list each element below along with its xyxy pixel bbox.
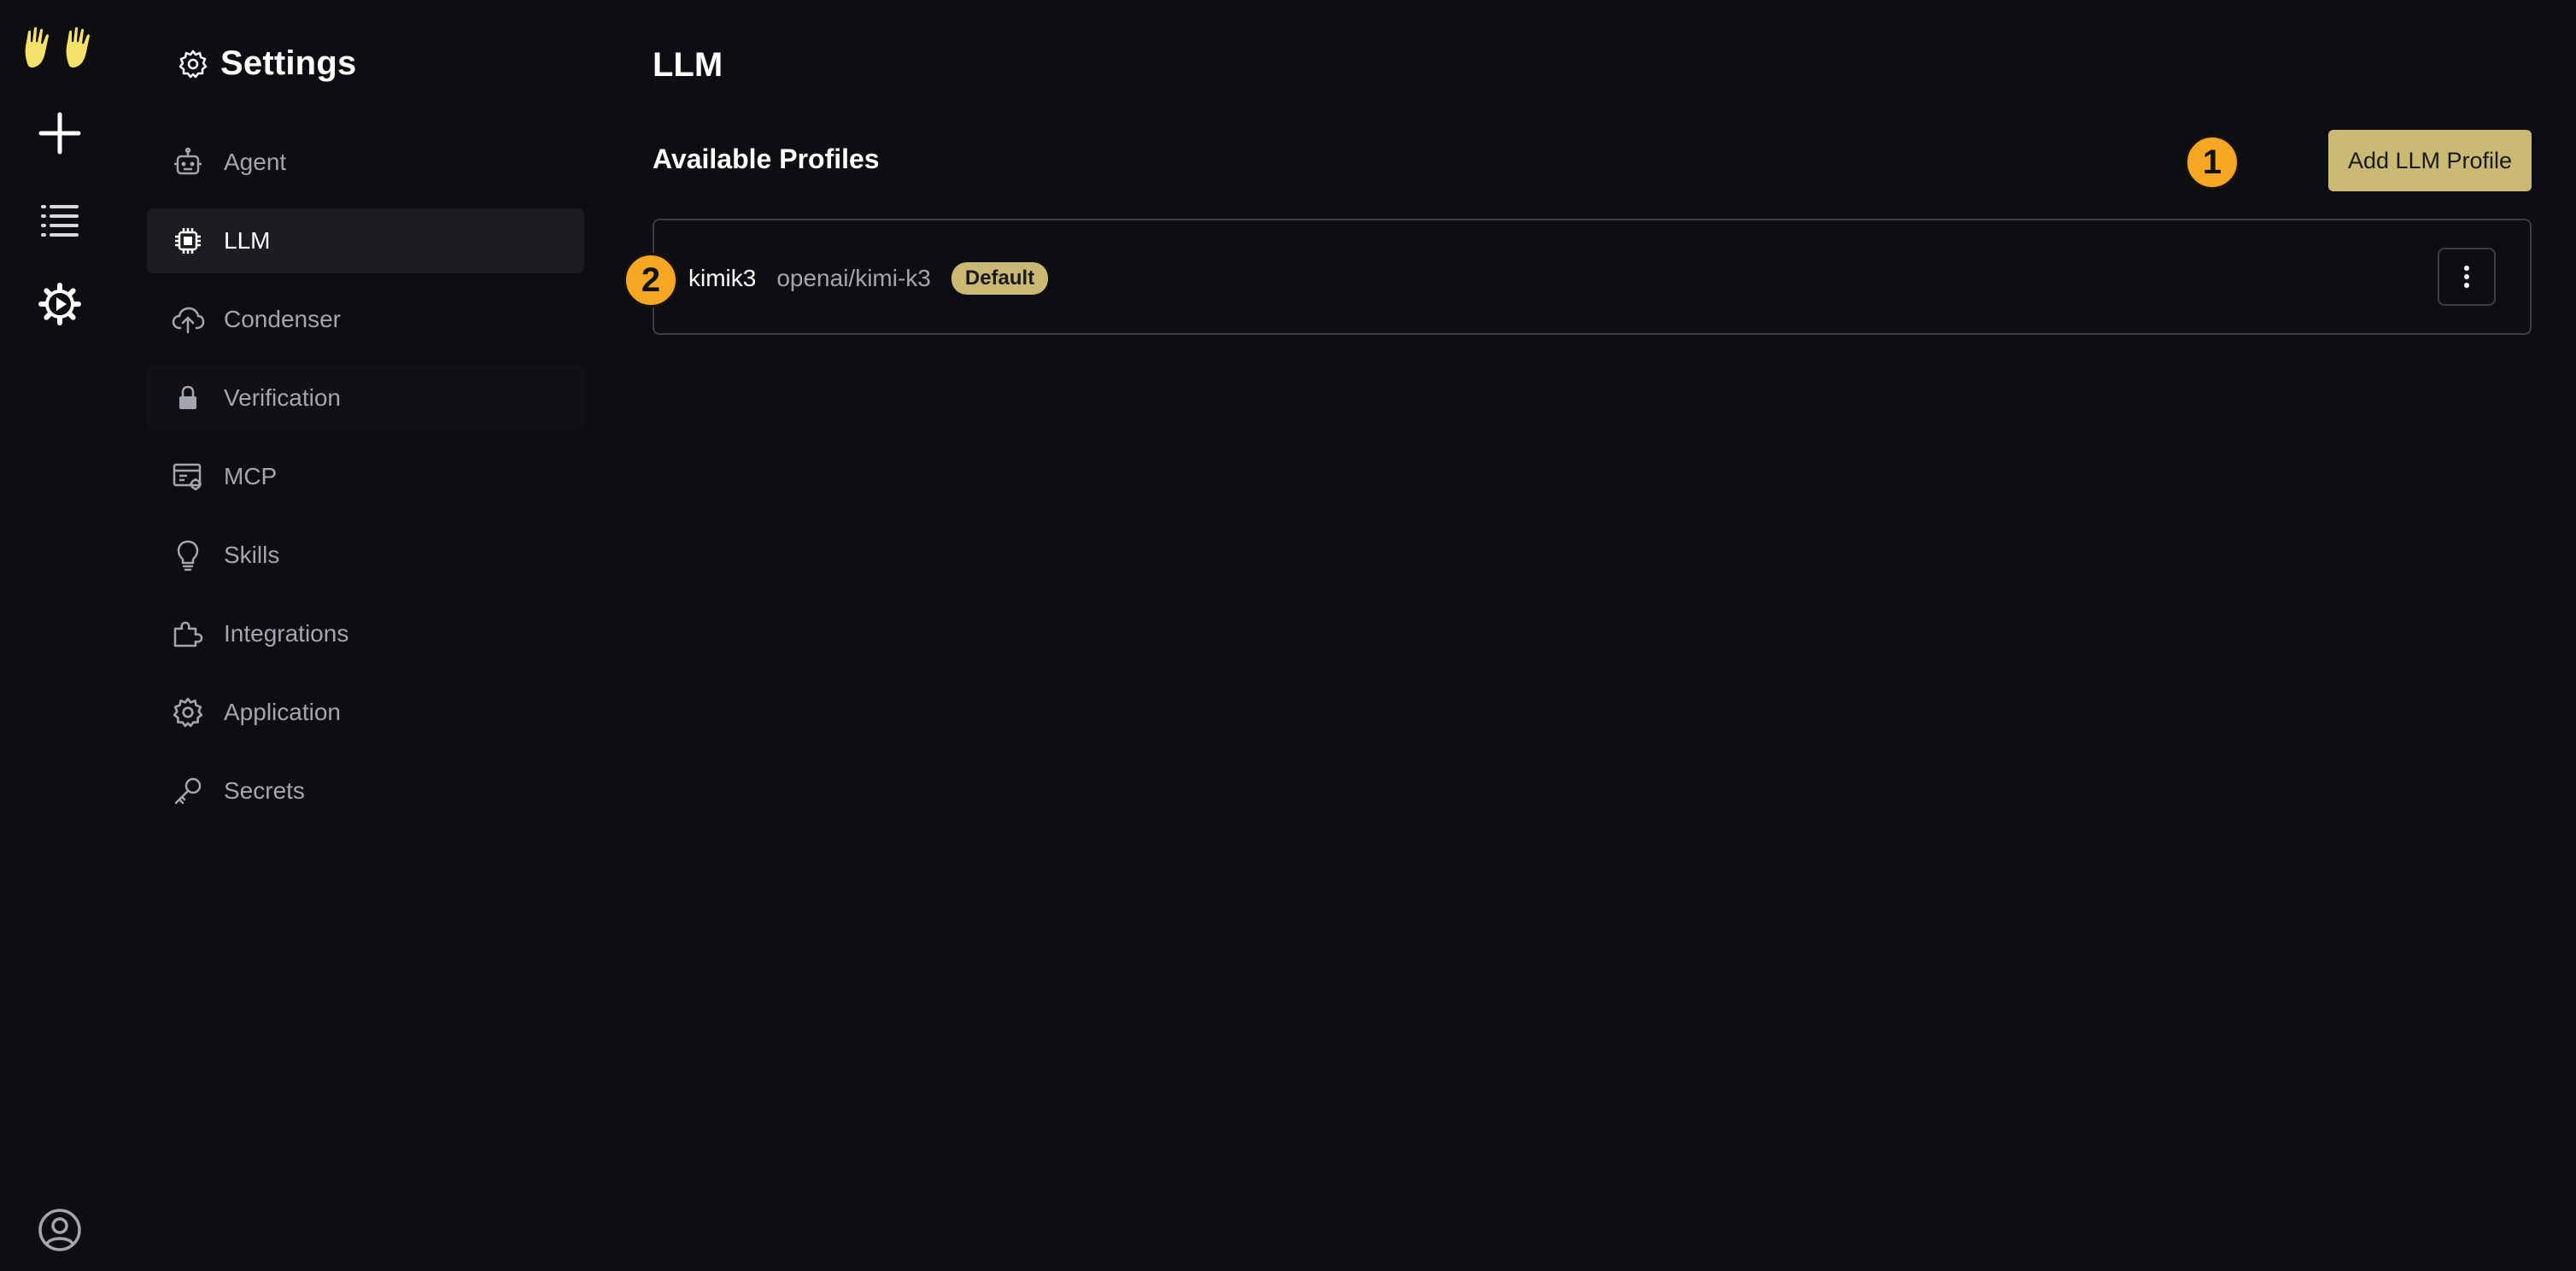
settings-rail-button[interactable]	[0, 273, 120, 335]
add-llm-profile-button[interactable]: Add LLM Profile	[2328, 130, 2532, 191]
nav-item-label: LLM	[224, 227, 271, 254]
gear-icon	[171, 695, 205, 729]
nav-item-mcp[interactable]: MCP	[147, 444, 584, 509]
nav-item-label: Condenser	[224, 306, 341, 332]
nav-item-label: MCP	[224, 463, 278, 489]
gear-play-icon	[38, 283, 81, 325]
server-icon	[171, 460, 205, 494]
annotation-marker-1: 1	[2185, 135, 2239, 190]
chip-icon	[171, 224, 205, 258]
settings-header: Settings	[178, 44, 356, 83]
main-content: LLM Available Profiles 1 Add LLM Profile…	[624, 0, 2532, 1271]
list-icon	[41, 205, 79, 237]
cloud-upload-icon	[171, 302, 205, 337]
profile-menu-button[interactable]	[2438, 248, 2496, 306]
annotation-marker-2: 2	[624, 253, 678, 308]
lightbulb-icon	[171, 538, 205, 572]
nav-item-integrations[interactable]: Integrations	[147, 601, 584, 666]
profile-card: kimik3 openai/kimi-k3 Default	[653, 219, 2532, 335]
settings-title: Settings	[220, 44, 357, 82]
nav-item-label: Skills	[224, 542, 280, 568]
raised-hands-icon	[23, 25, 92, 70]
section-title: Available Profiles	[653, 144, 880, 174]
lock-icon	[171, 381, 205, 415]
nav-item-condenser[interactable]: Condenser	[147, 287, 584, 352]
nav-item-skills[interactable]: Skills	[147, 523, 584, 588]
profile-row: kimik3 openai/kimi-k3 Default	[688, 220, 1049, 337]
nav-item-verification[interactable]: Verification	[147, 366, 584, 430]
default-badge: Default	[951, 262, 1049, 295]
new-conversation-button[interactable]	[0, 102, 120, 164]
nav-item-label: Application	[224, 699, 341, 725]
nav-item-label: Verification	[224, 384, 341, 411]
page-title: LLM	[653, 46, 723, 84]
settings-nav: Settings Agent LLM Condenser Verificatio…	[147, 0, 586, 1271]
nav-item-secrets[interactable]: Secrets	[147, 758, 584, 823]
robot-icon	[171, 145, 205, 179]
plus-icon	[38, 112, 81, 155]
nav-item-label: Integrations	[224, 620, 349, 647]
left-rail	[0, 0, 120, 1271]
key-icon	[171, 774, 205, 808]
raised-hands-logo[interactable]	[0, 17, 120, 77]
nav-item-application[interactable]: Application	[147, 680, 584, 745]
kebab-menu-icon	[2464, 266, 2469, 288]
puzzle-icon	[171, 617, 205, 651]
nav-item-llm[interactable]: LLM	[147, 208, 584, 273]
user-avatar-icon	[38, 1209, 81, 1251]
user-avatar-button[interactable]	[0, 1199, 120, 1261]
nav-item-agent[interactable]: Agent	[147, 130, 584, 195]
profile-name: kimik3	[688, 265, 757, 291]
gear-icon	[179, 50, 208, 78]
nav-item-label: Secrets	[224, 777, 305, 804]
profile-model: openai/kimi-k3	[776, 265, 931, 291]
nav-item-label: Agent	[224, 149, 287, 175]
conversations-list-button[interactable]	[0, 190, 120, 251]
